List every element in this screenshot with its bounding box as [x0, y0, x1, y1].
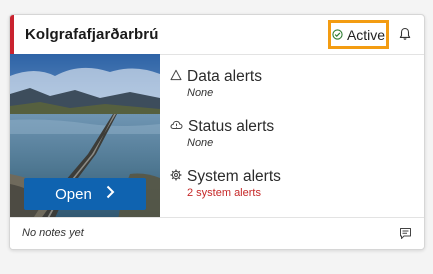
- system-alerts-item[interactable]: System alerts 2 system alerts: [170, 168, 281, 199]
- status-badge[interactable]: Active: [328, 20, 389, 49]
- card-header: Kolgrafafjarðarbrú Active: [10, 15, 424, 55]
- bell-icon[interactable]: [398, 27, 412, 41]
- open-button-label: Open: [55, 185, 92, 203]
- status-alerts-detail: None: [187, 137, 214, 149]
- warning-triangle-icon: [170, 68, 182, 86]
- card-title: Kolgrafafjarðarbrú: [25, 26, 159, 43]
- note-icon[interactable]: [399, 227, 412, 240]
- system-alerts-label: System alerts: [187, 168, 281, 185]
- status-alerts-item[interactable]: Status alerts None: [170, 118, 274, 149]
- gear-icon: [170, 168, 182, 186]
- site-photo: Open: [10, 54, 160, 220]
- status-label: Active: [346, 26, 386, 43]
- data-alerts-item[interactable]: Data alerts None: [170, 68, 262, 99]
- accent-bar: [10, 15, 14, 54]
- site-card: Kolgrafafjarðarbrú Active Open Data aler…: [9, 14, 425, 250]
- cloud-alert-icon: [170, 118, 183, 136]
- data-alerts-label: Data alerts: [187, 68, 262, 85]
- card-footer: No notes yet: [10, 217, 424, 249]
- open-button[interactable]: Open: [24, 178, 146, 210]
- data-alerts-detail: None: [187, 87, 214, 99]
- system-alerts-detail[interactable]: 2 system alerts: [187, 187, 281, 199]
- chevron-right-icon: [106, 185, 115, 203]
- check-circle-icon: [332, 29, 343, 40]
- alerts-panel: Data alerts None Status alerts None Syst…: [170, 54, 424, 220]
- status-alerts-label: Status alerts: [188, 118, 275, 135]
- notes-text: No notes yet: [22, 227, 84, 239]
